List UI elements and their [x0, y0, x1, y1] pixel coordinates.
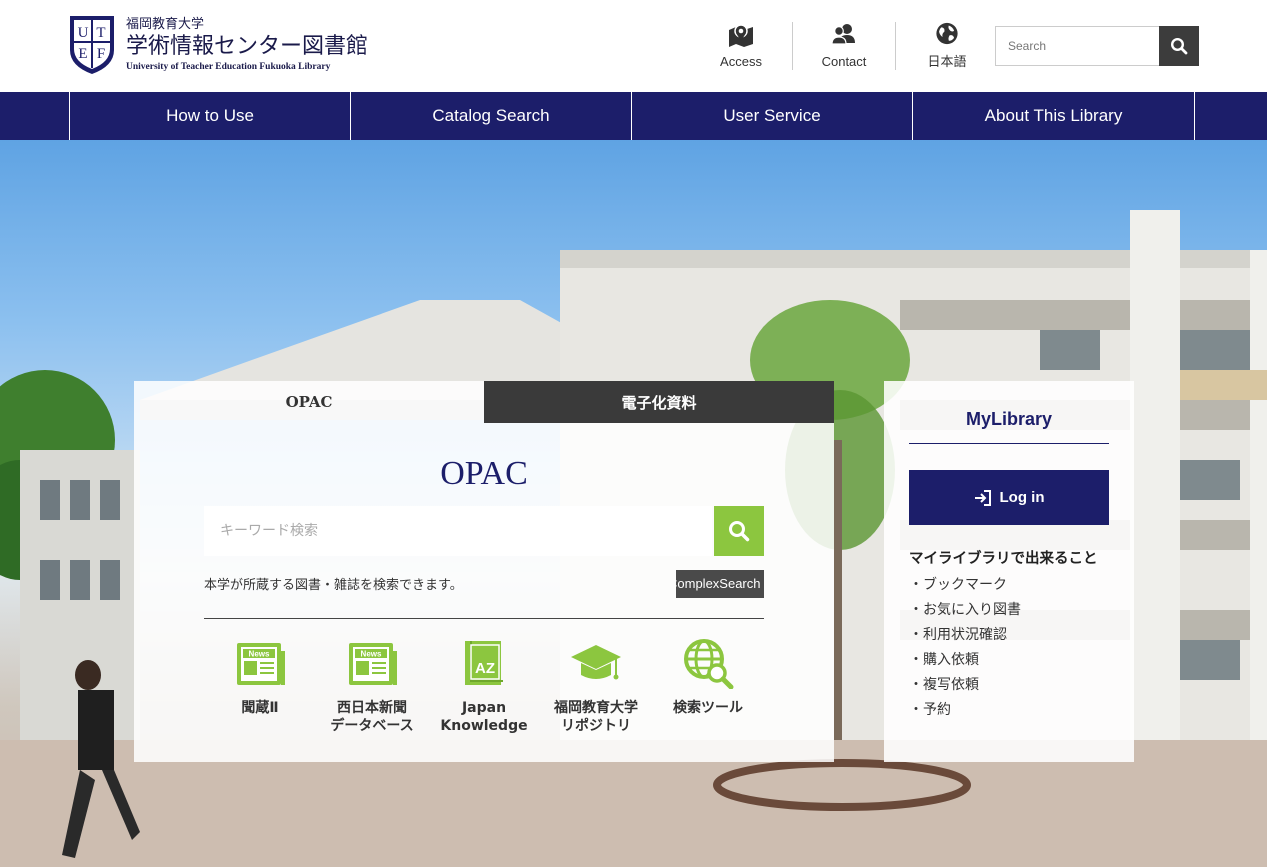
complex-search-button[interactable]: ComplexSearch [676, 570, 764, 598]
feature-item: ・購入依頼 [909, 652, 979, 668]
db-search-tools[interactable]: 検索ツール [652, 637, 764, 735]
map-pin-icon [729, 24, 753, 47]
access-link[interactable]: Access [690, 22, 792, 70]
svg-text:News: News [249, 650, 270, 659]
mylibrary-title: MyLibrary [965, 409, 1053, 429]
university-emblem-icon: U T E F [70, 16, 114, 74]
db-kikuzo-label: 聞蔵Ⅱ [241, 700, 279, 716]
logo-english: University of Teacher Education Fukuoka … [126, 62, 331, 72]
database-links: News 聞蔵Ⅱ News 西日本新聞 データベース AZ Japan Know… [204, 637, 764, 735]
opac-title: OPAC [440, 455, 528, 492]
contact-label: Contact [821, 54, 867, 69]
access-label: Access [720, 54, 762, 69]
nav-how-to-use[interactable]: How to Use [69, 92, 350, 140]
svg-text:AZ: AZ [475, 660, 495, 677]
login-button[interactable]: Log in [909, 470, 1109, 525]
keyword-search-button[interactable] [714, 506, 764, 556]
language-label: 日本語 [927, 54, 967, 69]
login-icon [974, 489, 991, 506]
db-japan-knowledge[interactable]: AZ Japan Knowledge [428, 637, 540, 735]
logo-text: 福岡教育大学 学術情報センター図書館 University of Teacher… [126, 17, 368, 73]
emblem-letter-u: U [78, 25, 89, 41]
features-title: マイライブラリで出来ること [909, 551, 1098, 567]
svg-text:News: News [361, 650, 382, 659]
db-nishinippon[interactable]: News 西日本新聞 データベース [316, 637, 428, 735]
nav-user-service[interactable]: User Service [631, 92, 912, 140]
news-icon: News [237, 643, 285, 685]
emblem-letter-f: F [97, 46, 105, 62]
search-icon [1170, 37, 1188, 55]
feature-item: ・予約 [909, 702, 951, 718]
emblem-letter-e: E [78, 46, 87, 62]
logo-title: 学術情報センター図書館 [126, 34, 369, 59]
mylibrary-panel: MyLibrary Log in マイライブラリで出来ること ・ブックマーク ・… [884, 381, 1134, 762]
feature-item: ・お気に入り図書 [909, 602, 1021, 618]
people-icon [831, 24, 855, 45]
db-kikuzo[interactable]: News 聞蔵Ⅱ [204, 637, 316, 735]
logo-subtitle: 福岡教育大学 [126, 17, 205, 32]
tab-digital-materials[interactable]: 電子化資料 [484, 381, 834, 423]
db-japan-knowledge-label: Japan Knowledge [440, 700, 528, 734]
header-links: Access Contact 日本語 [690, 22, 998, 70]
site-search-input[interactable] [995, 26, 1159, 66]
language-link[interactable]: 日本語 [895, 22, 998, 70]
mylibrary-divider [909, 443, 1109, 444]
news-icon: News [349, 643, 397, 685]
globe-search-icon [684, 639, 734, 689]
opac-divider [204, 618, 764, 619]
feature-item: ・利用状況確認 [909, 627, 1007, 643]
contact-link[interactable]: Contact [792, 22, 895, 70]
search-icon [729, 521, 750, 542]
keyword-search-input[interactable] [204, 506, 712, 556]
site-header: U T E F 福岡教育大学 学術情報センター図書館 University of… [0, 0, 1267, 92]
site-search-button[interactable] [1159, 26, 1199, 66]
db-nishinippon-label: 西日本新聞 データベース [330, 700, 414, 734]
db-search-tools-label: 検索ツール [673, 700, 743, 716]
emblem-letter-t: T [96, 25, 105, 41]
opac-description: 本学が所蔵する図書・雑誌を検索できます。 [204, 578, 463, 593]
features-list: ・ブックマーク ・お気に入り図書 ・利用状況確認 ・購入依頼 ・複写依頼 ・予約 [909, 573, 1021, 723]
login-label: Log in [999, 489, 1045, 506]
tab-opac[interactable]: OPAC [134, 381, 484, 423]
nav-catalog-search[interactable]: Catalog Search [350, 92, 631, 140]
library-logo[interactable]: U T E F 福岡教育大学 学術情報センター図書館 University of… [68, 14, 368, 76]
graduation-cap-icon [571, 645, 621, 680]
nav-about-library[interactable]: About This Library [912, 92, 1195, 140]
main-nav: How to Use Catalog Search User Service A… [0, 92, 1267, 140]
feature-item: ・複写依頼 [909, 677, 979, 693]
feature-item: ・ブックマーク [909, 577, 1007, 593]
opac-panel: OPAC 電子化資料 OPAC 本学が所蔵する図書・雑誌を検索できます。 Com… [134, 381, 834, 762]
main-nav-items: How to Use Catalog Search User Service A… [69, 92, 1195, 140]
opac-tabs: OPAC 電子化資料 [134, 381, 834, 423]
globe-icon [936, 22, 958, 45]
db-repository-label: 福岡教育大学 リポジトリ [554, 700, 638, 734]
site-search [995, 26, 1199, 66]
db-repository[interactable]: 福岡教育大学 リポジトリ [540, 637, 652, 735]
book-az-icon: AZ [465, 641, 503, 685]
